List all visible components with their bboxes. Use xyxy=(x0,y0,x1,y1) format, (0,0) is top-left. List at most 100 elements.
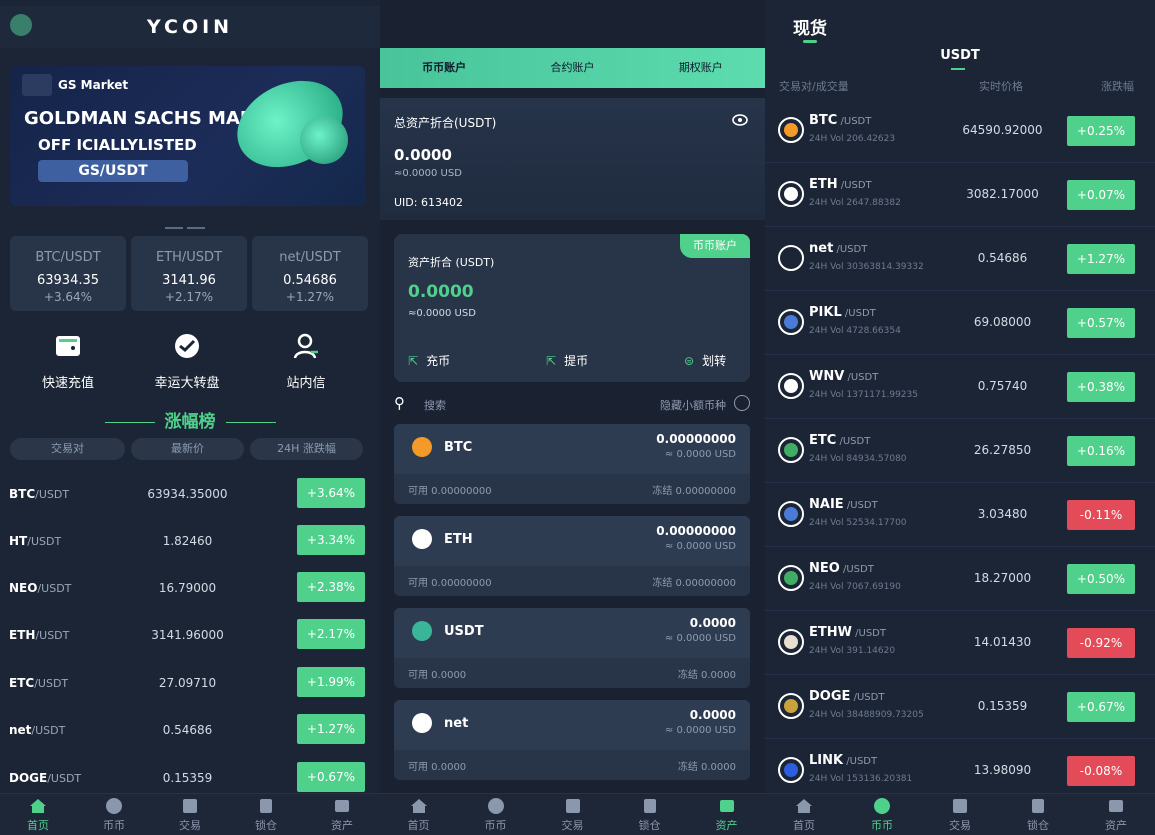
coin-card-btc[interactable]: BTC 0.00000000 ≈ 0.0000 USD 可用 0.0000000… xyxy=(394,424,750,504)
nav-home[interactable]: 首页 xyxy=(765,794,843,835)
nav-trade[interactable]: 交易 xyxy=(534,794,611,835)
change-badge: -0.08% xyxy=(1067,756,1135,786)
volume: 24H Vol 391.14620 xyxy=(809,646,896,656)
deposit-button[interactable]: ⇱ 充币 xyxy=(408,352,450,369)
nav-label: 锁仓 xyxy=(1027,818,1049,832)
pair-symbol: ETHW /USDT xyxy=(809,625,886,640)
realtime-price: 3082.17000 xyxy=(966,187,1039,201)
table-row[interactable]: HT/USDT 1.82460 +3.34% xyxy=(0,525,380,557)
volume: 24H Vol 38488909.73205 xyxy=(809,710,924,720)
list-item[interactable]: ETC /USDT 24H Vol 84934.57080 26.27850 +… xyxy=(765,419,1155,483)
header-price[interactable]: 最新价 xyxy=(131,438,244,460)
list-item[interactable]: WNV /USDT 24H Vol 1371171.99235 0.75740 … xyxy=(765,355,1155,419)
last-price: 27.09710 xyxy=(158,676,217,690)
realtime-price: 69.08000 xyxy=(973,315,1032,329)
nav-label: 首页 xyxy=(27,818,49,832)
table-row[interactable]: ETH/USDT 3141.96000 +2.17% xyxy=(0,619,380,651)
list-item[interactable]: net /USDT 24H Vol 30363814.39332 0.54686… xyxy=(765,227,1155,291)
change-badge: +0.67% xyxy=(297,762,365,792)
assets-screen: 币币账户 合约账户 期权账户 总资产折合(USDT) 0.0000 ≈0.000… xyxy=(380,0,765,835)
spot-balance-card: 币币账户 资产折合 (USDT) 0.0000 ≈0.0000 USD ⇱ 充币 … xyxy=(394,234,750,382)
nav-coins[interactable]: 币币 xyxy=(76,794,152,835)
nav-assets[interactable]: 资产 xyxy=(1077,794,1155,835)
tab-usdt[interactable]: USDT xyxy=(765,48,1155,63)
transfer-label: 划转 xyxy=(702,354,727,368)
balance-label: 资产折合 (USDT) xyxy=(408,256,495,269)
nav-assets[interactable]: 资产 xyxy=(304,794,380,835)
realtime-price: 0.54686 xyxy=(977,251,1028,265)
nav-coins[interactable]: 币币 xyxy=(843,794,921,835)
home-icon xyxy=(796,798,812,813)
change-badge: -0.92% xyxy=(1067,628,1135,658)
list-item[interactable]: BTC /USDT 24H Vol 206.42623 64590.92000 … xyxy=(765,99,1155,163)
ticker-card[interactable]: ETH/USDT 3141.96 +2.17% xyxy=(131,236,247,311)
link-icon xyxy=(778,757,804,783)
table-row[interactable]: BTC/USDT 63934.35000 +3.64% xyxy=(0,478,380,510)
nav-label: 币币 xyxy=(871,818,893,832)
search-input[interactable]: 搜索 xyxy=(424,397,446,413)
transfer-button[interactable]: ⊜ 划转 xyxy=(684,352,726,369)
quick-deposit-button[interactable]: 快速充值 xyxy=(18,332,118,391)
nav-assets[interactable]: 资产 xyxy=(688,794,765,835)
coin-card-usdt[interactable]: USDT 0.0000 ≈ 0.0000 USD 可用 0.0000 冻结 0.… xyxy=(394,608,750,688)
last-price: 0.54686 xyxy=(162,723,213,737)
list-item[interactable]: NEO /USDT 24H Vol 7067.69190 18.27000 +0… xyxy=(765,547,1155,611)
quick-action-label: 幸运大转盘 xyxy=(154,376,220,391)
nav-coins[interactable]: 币币 xyxy=(457,794,534,835)
ticker-card[interactable]: net/USDT 0.54686 +1.27% xyxy=(252,236,368,311)
messages-button[interactable]: 站内信 xyxy=(256,332,356,391)
pair-symbol: DOGE/USDT xyxy=(9,771,82,785)
neo-icon xyxy=(778,565,804,591)
ticker-card[interactable]: BTC/USDT 63934.35 +3.64% xyxy=(10,236,126,311)
total-assets-value: 0.0000 xyxy=(394,146,452,164)
home-icon xyxy=(410,798,427,813)
nav-trade[interactable]: 交易 xyxy=(921,794,999,835)
nav-home[interactable]: 首页 xyxy=(380,794,457,835)
realtime-price: 64590.92000 xyxy=(962,123,1043,137)
ticker-price: 63934.35 xyxy=(36,273,100,288)
nav-trade[interactable]: 交易 xyxy=(152,794,228,835)
tab-options-account[interactable]: 期权账户 xyxy=(637,48,765,88)
banner-pair: GS/USDT xyxy=(38,160,188,182)
volume: 24H Vol 153136.20381 xyxy=(809,774,913,784)
table-row[interactable]: ETC/USDT 27.09710 +1.99% xyxy=(0,667,380,699)
nav-label: 交易 xyxy=(179,818,201,832)
header-pair[interactable]: 交易对 xyxy=(10,438,125,460)
last-price: 63934.35000 xyxy=(147,487,228,501)
table-row[interactable]: net/USDT 0.54686 +1.27% xyxy=(0,714,380,746)
header-realtime-price: 实时价格 xyxy=(979,80,1023,93)
nav-lock[interactable]: 锁仓 xyxy=(611,794,688,835)
eye-icon[interactable] xyxy=(732,114,748,126)
list-item[interactable]: ETHW /USDT 24H Vol 391.14620 14.01430 -0… xyxy=(765,611,1155,675)
withdraw-button[interactable]: ⇱ 提币 xyxy=(546,352,588,369)
promo-banner[interactable]: GS Market GOLDMAN SACHS MARKETS OFF ICIA… xyxy=(10,66,365,206)
deposit-icon: ⇱ xyxy=(408,354,419,368)
list-item[interactable]: NAIE /USDT 24H Vol 52534.17700 3.03480 -… xyxy=(765,483,1155,547)
pair-symbol: NEO/USDT xyxy=(9,581,72,595)
nav-lock[interactable]: 锁仓 xyxy=(999,794,1077,835)
lucky-wheel-button[interactable]: 幸运大转盘 xyxy=(137,332,237,391)
tab-spot-account[interactable]: 币币账户 xyxy=(380,48,508,88)
coin-name: BTC xyxy=(444,440,473,455)
coin-available: 可用 0.00000000 xyxy=(408,486,492,497)
title-underline xyxy=(803,40,817,43)
pair-symbol: net /USDT xyxy=(809,241,868,256)
btc-icon xyxy=(412,437,432,457)
list-item[interactable]: PIKL /USDT 24H Vol 4728.66354 69.08000 +… xyxy=(765,291,1155,355)
list-item[interactable]: ETH /USDT 24H Vol 2647.88382 3082.17000 … xyxy=(765,163,1155,227)
table-row[interactable]: DOGE/USDT 0.15359 +0.67% xyxy=(0,762,380,794)
coin-card-eth[interactable]: ETH 0.00000000 ≈ 0.0000 USD 可用 0.0000000… xyxy=(394,516,750,596)
coin-amount: 0.00000000 xyxy=(656,432,736,446)
table-row[interactable]: NEO/USDT 16.79000 +2.38% xyxy=(0,572,380,604)
user-uid: UID: 613402 xyxy=(394,196,463,209)
tab-contract-account[interactable]: 合约账户 xyxy=(508,48,636,88)
header-change[interactable]: 24H 涨跌幅 xyxy=(250,438,363,460)
change-badge: +0.16% xyxy=(1067,436,1135,466)
banner-brand: GS Market xyxy=(58,78,129,92)
nav-home[interactable]: 首页 xyxy=(0,794,76,835)
list-item[interactable]: DOGE /USDT 24H Vol 38488909.73205 0.1535… xyxy=(765,675,1155,739)
hide-small-toggle[interactable] xyxy=(734,395,750,411)
nav-lock[interactable]: 锁仓 xyxy=(228,794,304,835)
coin-card-net[interactable]: net 0.0000 ≈ 0.0000 USD 可用 0.0000 冻结 0.0… xyxy=(394,700,750,780)
gs-logo-icon xyxy=(22,74,52,96)
